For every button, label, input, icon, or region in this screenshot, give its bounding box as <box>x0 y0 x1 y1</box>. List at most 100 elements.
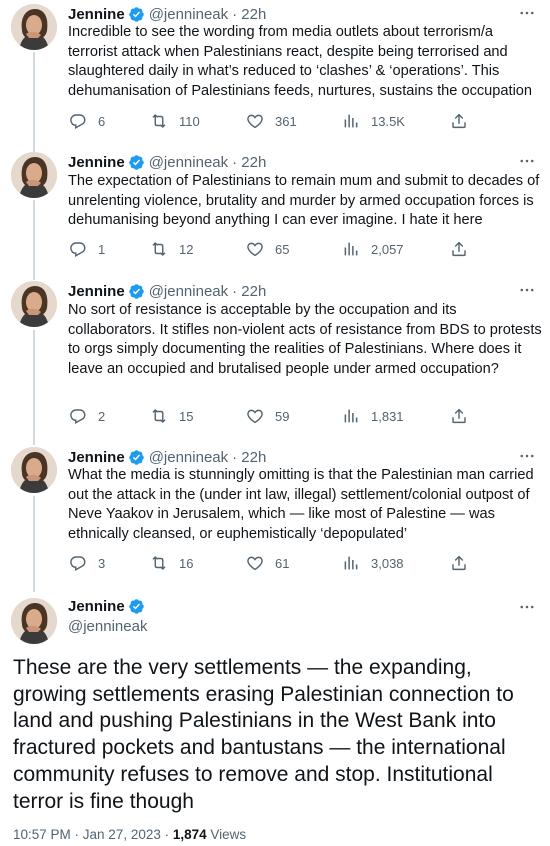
share-button[interactable] <box>450 552 468 574</box>
like-button[interactable]: 361 <box>246 110 297 132</box>
reply-count: 1 <box>98 241 106 257</box>
display-name[interactable]: Jennine <box>68 449 125 466</box>
views-button[interactable]: 13.5K <box>342 110 405 132</box>
retweet-count: 16 <box>179 555 194 571</box>
thread-line <box>33 496 35 592</box>
views-count: 2,057 <box>371 241 404 257</box>
display-name[interactable]: Jennine <box>68 6 125 23</box>
more-icon[interactable] <box>518 281 538 301</box>
reply-button[interactable]: 2 <box>69 405 105 427</box>
timestamp[interactable]: · 22h <box>232 6 266 23</box>
tweet-text: Incredible to see the wording from media… <box>68 24 533 99</box>
share-button[interactable] <box>450 405 468 427</box>
retweet-count: 15 <box>179 408 194 424</box>
handle[interactable]: @jennineak <box>149 6 228 23</box>
retweet-count: 110 <box>179 113 200 129</box>
verified-badge-icon <box>128 283 145 300</box>
like-button[interactable]: 65 <box>246 238 289 260</box>
tweet-text: The expectation of Palestinians to remai… <box>68 173 544 228</box>
action-bar: 1 12 65 2,057 <box>64 238 464 260</box>
reply-count: 3 <box>98 555 106 571</box>
tweet-header: Jennine @jennineak · 22h <box>68 281 266 301</box>
thread-line <box>33 52 35 152</box>
views-count: 13.5K <box>371 113 405 129</box>
display-name[interactable]: Jennine <box>68 598 125 615</box>
handle[interactable]: @jennineak <box>149 154 228 171</box>
avatar[interactable] <box>11 281 57 327</box>
avatar[interactable] <box>11 4 57 50</box>
reply-count: 6 <box>98 113 106 129</box>
views-icon <box>342 407 360 425</box>
tweet-text: What the media is stunningly omitting is… <box>68 467 538 542</box>
retweet-button[interactable]: 15 <box>150 405 193 427</box>
retweet-icon <box>150 554 168 572</box>
more-icon[interactable] <box>518 598 538 618</box>
reply-icon <box>69 554 87 572</box>
views-count: 1,874 <box>172 827 207 842</box>
retweet-button[interactable]: 16 <box>150 552 193 574</box>
share-button[interactable] <box>450 110 468 132</box>
share-icon <box>450 407 468 425</box>
avatar[interactable] <box>11 152 57 198</box>
heart-icon <box>246 112 264 130</box>
tweet-header: Jennine @jennineak · 22h <box>68 152 266 172</box>
avatar[interactable] <box>11 447 57 493</box>
verified-badge-icon <box>128 449 145 466</box>
more-icon[interactable] <box>518 4 538 24</box>
like-count: 61 <box>275 555 290 571</box>
thread-line <box>33 330 35 445</box>
like-count: 59 <box>275 408 290 424</box>
more-icon[interactable] <box>518 152 538 172</box>
verified-badge-icon <box>128 598 145 615</box>
handle[interactable]: @jennineak <box>68 618 147 635</box>
views-icon <box>342 554 360 572</box>
main-tweet-text: These are the very settlements — the exp… <box>13 656 514 813</box>
reply-button[interactable]: 3 <box>69 552 105 574</box>
main-tweet-author: Jennine <box>68 598 145 615</box>
share-button[interactable] <box>450 238 468 260</box>
views-button[interactable]: 2,057 <box>342 238 404 260</box>
handle[interactable]: @jennineak <box>149 449 228 466</box>
avatar[interactable] <box>11 598 57 644</box>
handle[interactable]: @jennineak <box>149 283 228 300</box>
retweet-count: 12 <box>179 241 194 257</box>
tweet-meta: 10:57 PM · Jan 27, 2023 · 1,874 Views <box>13 827 246 842</box>
more-icon[interactable] <box>518 447 538 467</box>
display-name[interactable]: Jennine <box>68 154 125 171</box>
reply-button[interactable]: 1 <box>69 238 105 260</box>
tweet-header: Jennine @jennineak · 22h <box>68 4 266 24</box>
verified-badge-icon <box>128 6 145 23</box>
views-button[interactable]: 1,831 <box>342 405 404 427</box>
action-bar: 3 16 61 3,038 <box>64 552 464 574</box>
thread-line <box>33 200 35 280</box>
like-count: 65 <box>275 241 290 257</box>
retweet-button[interactable]: 12 <box>150 238 193 260</box>
share-icon <box>450 240 468 258</box>
tweet-header: Jennine @jennineak · 22h <box>68 447 266 467</box>
views-icon <box>342 240 360 258</box>
display-name[interactable]: Jennine <box>68 283 125 300</box>
reply-icon <box>69 240 87 258</box>
reply-count: 2 <box>98 408 106 424</box>
retweet-button[interactable]: 110 <box>150 110 200 132</box>
timestamp[interactable]: · 22h <box>232 154 266 171</box>
views-count: 1,831 <box>371 408 404 424</box>
share-icon <box>450 554 468 572</box>
verified-badge-icon <box>128 154 145 171</box>
timestamp[interactable]: · 22h <box>232 283 266 300</box>
tweet-text: No sort of resistance is acceptable by t… <box>68 302 546 377</box>
timestamp[interactable]: · 22h <box>232 449 266 466</box>
action-bar: 2 15 59 1,831 <box>64 405 464 427</box>
like-button[interactable]: 61 <box>246 552 289 574</box>
like-count: 361 <box>275 113 297 129</box>
retweet-icon <box>150 240 168 258</box>
timestamp[interactable]: 10:57 PM · Jan 27, 2023 · <box>13 827 173 842</box>
views-label: Views <box>206 827 247 842</box>
like-button[interactable]: 59 <box>246 405 289 427</box>
views-icon <box>342 112 360 130</box>
share-icon <box>450 112 468 130</box>
heart-icon <box>246 240 264 258</box>
action-bar: 6 110 361 13.5K <box>64 110 464 132</box>
reply-button[interactable]: 6 <box>69 110 105 132</box>
views-button[interactable]: 3,038 <box>342 552 404 574</box>
